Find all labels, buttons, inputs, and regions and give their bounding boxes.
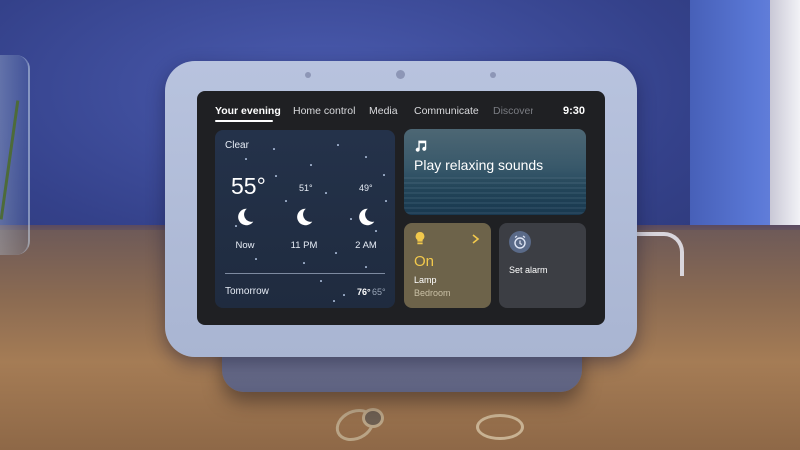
lamp-name: Lamp <box>414 275 437 285</box>
music-note-icon <box>415 140 427 152</box>
current-temperature: 55° <box>231 173 266 199</box>
weather-card[interactable]: Clear 55° 51° 49° Now 11 PM 2 AM Tomorro… <box>215 130 395 308</box>
clock-time: 9:30 <box>562 105 585 117</box>
camera-sensor <box>396 70 405 79</box>
lightbulb-icon <box>415 232 425 245</box>
sounds-title: Play relaxing sounds <box>414 157 544 173</box>
forecast-label-2am: 2 AM <box>355 240 377 251</box>
chevron-right-icon[interactable] <box>472 234 480 244</box>
tomorrow-high: 76° <box>357 287 371 297</box>
forecast-label-11pm: 11 PM <box>290 240 318 251</box>
alarm-icon-badge <box>509 231 531 253</box>
tab-media[interactable]: Media <box>369 105 398 117</box>
tab-communicate[interactable]: Communicate <box>414 105 479 117</box>
tomorrow-low: 65° <box>372 287 386 297</box>
forecast-temp-2am: 49° <box>359 183 373 193</box>
sensor-dot <box>305 72 311 78</box>
lamp-control-card[interactable]: On Lamp Bedroom <box>404 223 491 308</box>
weather-condition: Clear <box>225 140 249 151</box>
power-cable <box>635 232 684 276</box>
moon-icon <box>297 208 313 226</box>
device-screen: Your evening Home control Media Communic… <box>197 91 605 325</box>
tab-discover[interactable]: Discover <box>493 105 533 117</box>
active-tab-indicator <box>215 120 273 122</box>
tomorrow-label: Tomorrow <box>225 286 269 297</box>
set-alarm-label: Set alarm <box>509 265 548 275</box>
ring-stone <box>362 408 384 428</box>
tab-home-control[interactable]: Home control <box>293 105 355 117</box>
forecast-label-now: Now <box>235 240 255 251</box>
lamp-room: Bedroom <box>414 288 451 298</box>
lamp-state: On <box>414 253 435 270</box>
forecast-temp-11pm: 51° <box>299 183 313 193</box>
moon-icon <box>238 208 254 226</box>
play-relaxing-sounds-card[interactable]: Play relaxing sounds <box>404 129 586 215</box>
tab-your-evening[interactable]: Your evening <box>215 105 281 117</box>
ring <box>476 414 524 440</box>
glass-vase <box>0 55 30 255</box>
set-alarm-card[interactable]: Set alarm <box>499 223 586 308</box>
weather-divider <box>225 273 385 274</box>
top-navigation: Your evening Home control Media Communic… <box>197 91 605 125</box>
moon-icon <box>359 208 375 226</box>
sensor-dot <box>490 72 496 78</box>
alarm-clock-icon <box>514 235 526 249</box>
